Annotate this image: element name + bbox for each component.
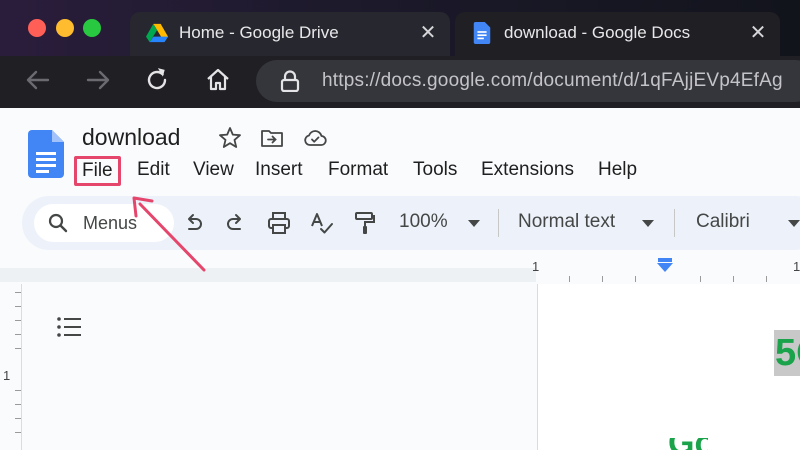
document-canvas <box>22 284 537 450</box>
forward-arrow-icon[interactable] <box>84 66 112 94</box>
ruler-label: 1 <box>532 259 540 274</box>
home-icon[interactable] <box>204 66 232 94</box>
ruler-tick <box>15 306 21 307</box>
menu-file[interactable]: File <box>74 156 121 186</box>
window-minimize-button[interactable] <box>56 19 74 37</box>
menu-format[interactable]: Format <box>320 156 396 186</box>
vertical-ruler[interactable]: 1 <box>0 284 22 450</box>
menu-view[interactable]: View <box>185 156 242 186</box>
font-select[interactable]: Calibri <box>696 211 750 233</box>
ruler-tick <box>602 276 603 282</box>
ruler-tick <box>15 404 21 405</box>
toolbar-divider <box>674 209 675 237</box>
left-indent-handle[interactable] <box>657 263 673 272</box>
star-icon[interactable] <box>218 126 242 150</box>
tab-close-icon[interactable]: ✕ <box>416 21 440 45</box>
zoom-chevron-down-icon[interactable] <box>468 220 480 227</box>
document-text-fragment: Go <box>668 438 708 450</box>
document-title[interactable]: download <box>82 124 180 151</box>
google-docs-logo-icon[interactable] <box>28 130 64 178</box>
tab-title: download - Google Docs <box>504 23 691 42</box>
search-icon <box>48 213 68 233</box>
toolbar-divider <box>498 209 499 237</box>
menu-extensions[interactable]: Extensions <box>473 156 582 186</box>
tab-google-drive[interactable]: Home - Google Drive ✕ <box>130 12 450 56</box>
undo-icon[interactable] <box>180 210 206 236</box>
zoom-select[interactable]: 100% <box>399 211 448 233</box>
ruler-tick <box>766 276 767 282</box>
document-body-text[interactable]: Go <box>668 438 708 450</box>
search-menus-label: Menus <box>83 213 138 233</box>
horizontal-ruler[interactable]: 1 1 <box>0 256 800 284</box>
ruler-tick <box>733 276 734 282</box>
reload-icon[interactable] <box>143 66 171 94</box>
ruler-tick <box>15 320 21 321</box>
ruler-tick <box>15 348 21 349</box>
tab-title: Home - Google Drive <box>179 23 339 42</box>
google-docs-icon <box>473 22 491 44</box>
move-to-folder-icon[interactable] <box>260 126 284 150</box>
toolbar: Menus 100% Normal text Calibri <box>22 196 800 250</box>
menu-help[interactable]: Help <box>590 156 645 186</box>
paint-format-icon[interactable] <box>352 210 378 236</box>
print-icon[interactable] <box>266 210 292 236</box>
browser-chrome: Home - Google Drive ✕ download - Google … <box>0 0 800 108</box>
lock-icon[interactable] <box>280 70 300 92</box>
ruler-tick <box>15 418 21 419</box>
tab-strip: Home - Google Drive ✕ download - Google … <box>0 0 800 56</box>
ruler-tick <box>15 334 21 335</box>
redo-icon[interactable] <box>223 210 249 236</box>
ruler-tick <box>15 292 21 293</box>
ruler-tick <box>15 390 21 391</box>
style-chevron-down-icon[interactable] <box>642 220 654 227</box>
tab-close-icon[interactable]: ✕ <box>746 21 770 45</box>
address-bar[interactable]: https://docs.google.com/document/d/1qFAj… <box>256 60 800 102</box>
ruler-label: 1 <box>793 259 800 274</box>
window-close-button[interactable] <box>28 19 46 37</box>
docs-header: download File Edit View Insert Format To… <box>0 108 800 192</box>
url-text: https://docs.google.com/document/d/1qFAj… <box>322 70 783 91</box>
ruler-tick <box>700 276 701 282</box>
back-arrow-icon[interactable] <box>24 66 52 94</box>
document-page[interactable] <box>538 284 800 450</box>
spelling-check-icon[interactable] <box>309 210 335 236</box>
document-outline-icon[interactable] <box>56 316 82 338</box>
window-zoom-button[interactable] <box>83 19 101 37</box>
ruler-tick <box>635 276 636 282</box>
first-line-indent-handle[interactable] <box>658 258 672 262</box>
ruler-tick <box>15 432 21 433</box>
menu-tools[interactable]: Tools <box>405 156 465 186</box>
menu-insert[interactable]: Insert <box>247 156 311 186</box>
search-menus-input[interactable]: Menus <box>34 204 174 242</box>
paragraph-style-select[interactable]: Normal text <box>518 211 615 233</box>
ruler-label: 1 <box>3 368 11 383</box>
ruler-tick <box>569 276 570 282</box>
tab-google-docs[interactable]: download - Google Docs ✕ <box>455 12 780 56</box>
font-chevron-down-icon[interactable] <box>788 220 800 227</box>
google-drive-icon <box>146 23 168 43</box>
ruler-margin-shade <box>0 268 536 282</box>
cloud-saved-icon[interactable] <box>303 126 327 150</box>
menu-edit[interactable]: Edit <box>129 156 178 186</box>
document-heading-text[interactable]: 5G <box>775 331 800 375</box>
